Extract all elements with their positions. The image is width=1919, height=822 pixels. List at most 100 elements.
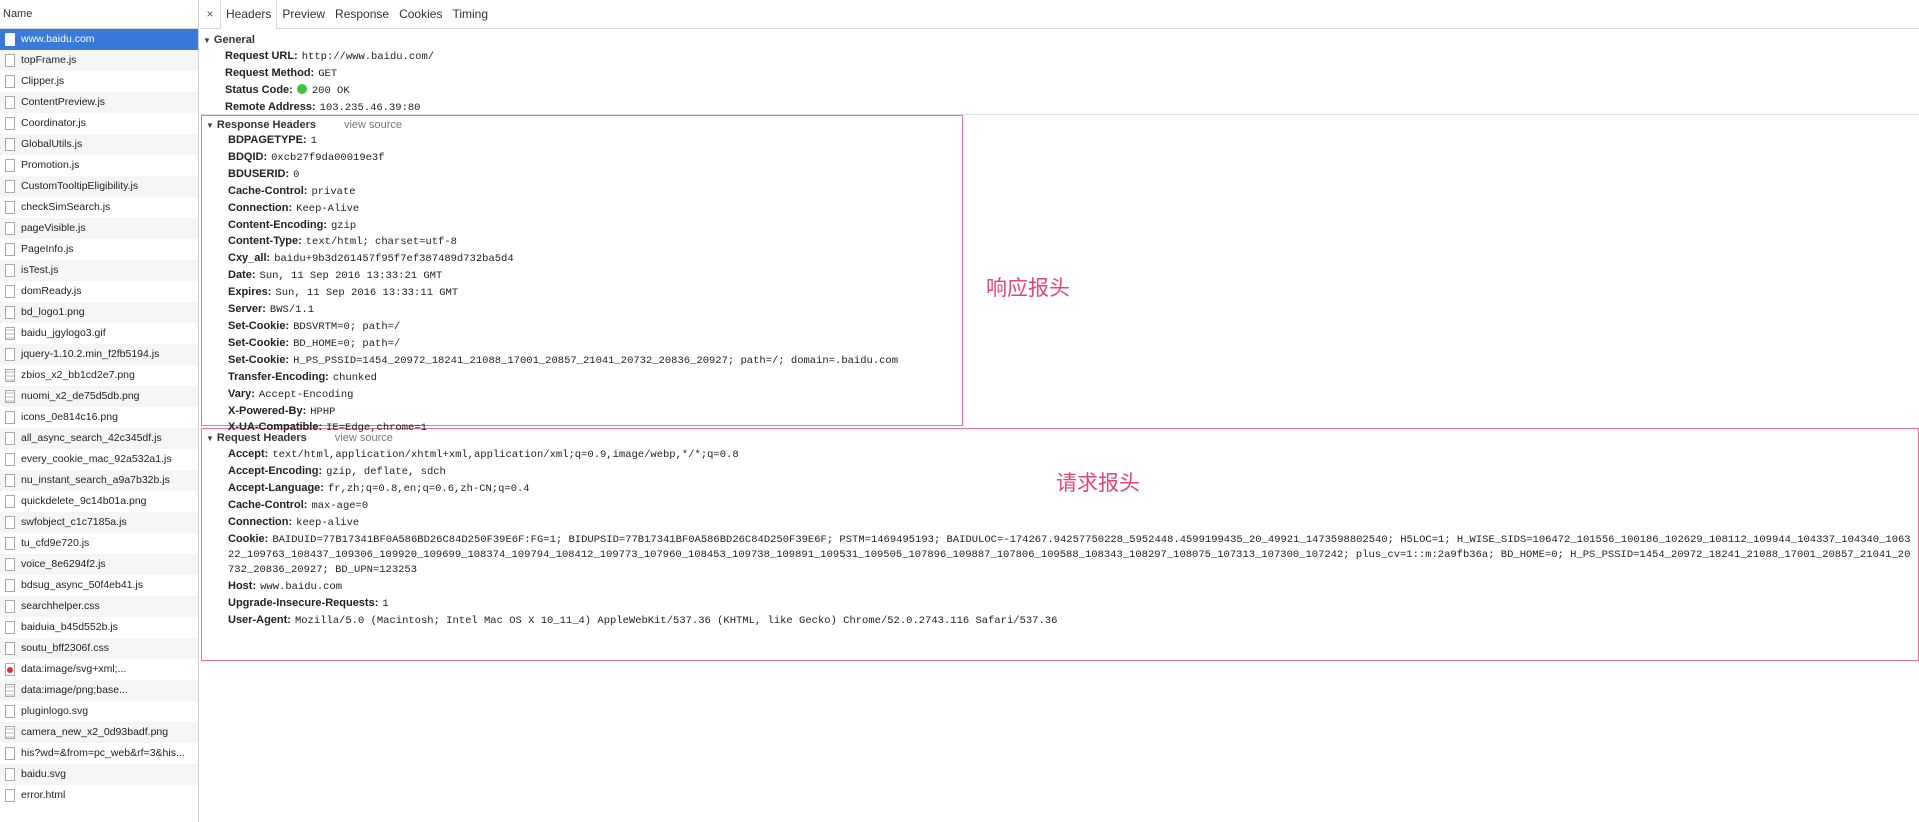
request-list-item[interactable]: camera_new_x2_0d93badf.png <box>0 722 198 743</box>
request-list-item[interactable]: baidu_jgylogo3.gif <box>0 323 198 344</box>
file-icon <box>5 54 15 67</box>
request-view-source-link[interactable]: view source <box>335 431 393 446</box>
request-list-item[interactable]: quickdelete_9c14b01a.png <box>0 491 198 512</box>
response-view-source-link[interactable]: view source <box>344 118 402 133</box>
file-icon <box>5 75 15 88</box>
name-column-header[interactable]: Name <box>0 0 198 29</box>
request-list-item[interactable]: ContentPreview.js <box>0 92 198 113</box>
request-list-item[interactable]: checkSimSearch.js <box>0 197 198 218</box>
request-list-item[interactable]: all_async_search_42c345df.js <box>0 428 198 449</box>
request-list-item[interactable]: topFrame.js <box>0 50 198 71</box>
tab-preview[interactable]: Preview <box>277 0 330 28</box>
header-key: Upgrade-Insecure-Requests: <box>228 597 379 609</box>
request-name: tu_cfd9e720.js <box>21 537 90 549</box>
request-list-item[interactable]: tu_cfd9e720.js <box>0 533 198 554</box>
file-icon <box>5 516 15 529</box>
request-list-item[interactable]: Clipper.js <box>0 71 198 92</box>
file-icon <box>5 264 15 277</box>
request-list-item[interactable]: data:image/svg+xml;... <box>0 659 198 680</box>
request-list-item[interactable]: pluginlogo.svg <box>0 701 198 722</box>
request-list-item[interactable]: every_cookie_mac_92a532a1.js <box>0 449 198 470</box>
request-list-item[interactable]: his?wd=&from=pc_web&rf=3&his... <box>0 743 198 764</box>
header-row: Transfer-Encoding: chunked <box>206 370 963 387</box>
request-headers-title: Request Headers <box>216 432 307 444</box>
header-key: Cache-Control: <box>228 184 308 197</box>
request-name: camera_new_x2_0d93badf.png <box>21 726 169 738</box>
file-icon <box>5 159 15 172</box>
triangle-down-icon: ▼ <box>206 121 214 130</box>
request-list-item[interactable]: PageInfo.js <box>0 239 198 260</box>
request-list-item[interactable]: error.html <box>0 785 198 806</box>
header-row: Request Method: GET <box>203 65 1919 82</box>
tab-headers[interactable]: Headers <box>220 0 278 29</box>
request-list-item[interactable]: www.baidu.com <box>0 29 198 50</box>
close-icon[interactable]: × <box>200 7 220 21</box>
request-name: pluginlogo.svg <box>21 705 89 717</box>
header-key: Cookie: <box>228 533 269 545</box>
header-key: Cache-Control: <box>228 499 308 511</box>
file-icon <box>5 789 15 802</box>
header-value: Sun, 11 Sep 2016 13:33:11 GMT <box>275 287 459 300</box>
request-list-item[interactable]: bd_logo1.png <box>0 302 198 323</box>
request-name: baiduia_b45d552b.js <box>21 621 118 633</box>
response-headers-section-header[interactable]: ▼ Response Headers view source <box>206 118 963 133</box>
file-icon <box>5 705 15 718</box>
header-key: Transfer-Encoding: <box>228 370 329 383</box>
request-headers-section-header[interactable]: ▼ Request Headers view source <box>206 431 1915 446</box>
tab-cookies[interactable]: Cookies <box>394 0 447 28</box>
request-list-item[interactable]: isTest.js <box>0 260 198 281</box>
general-section-header[interactable]: ▼ General <box>203 33 1919 48</box>
request-name: swfobject_c1c7185a.js <box>21 516 127 528</box>
header-row: Connection: keep-alive <box>206 514 1915 531</box>
header-row: Expires: Sun, 11 Sep 2016 13:33:11 GMT <box>206 285 963 302</box>
header-row: Content-Type: text/html; charset=utf-8 <box>206 234 963 251</box>
image-icon <box>5 327 15 340</box>
header-row: Request URL: http://www.baidu.com/ <box>203 48 1919 65</box>
request-list-item[interactable]: baidu.svg <box>0 764 198 785</box>
header-row: Set-Cookie: BD_HOME=0; path=/ <box>206 336 963 353</box>
request-name: icons_0e814c16.png <box>21 411 118 423</box>
request-list-item[interactable]: pageVisible.js <box>0 218 198 239</box>
request-list-item[interactable]: Coordinator.js <box>0 113 198 134</box>
request-list-item[interactable]: Promotion.js <box>0 155 198 176</box>
request-list-item[interactable]: swfobject_c1c7185a.js <box>0 512 198 533</box>
request-list-item[interactable]: voice_8e6294f2.js <box>0 554 198 575</box>
request-name: bdsug_async_50f4eb41.js <box>21 579 144 591</box>
request-list-item[interactable]: bdsug_async_50f4eb41.js <box>0 575 198 596</box>
header-key: Request URL: <box>225 50 298 62</box>
request-list-item[interactable]: nuomi_x2_de75d5db.png <box>0 386 198 407</box>
request-name: ContentPreview.js <box>21 96 106 108</box>
request-name: pageVisible.js <box>21 222 86 234</box>
tab-response[interactable]: Response <box>330 0 394 28</box>
request-list-item[interactable]: soutu_bff2306f.css <box>0 638 198 659</box>
response-headers-title: Response Headers <box>216 119 316 131</box>
request-list-item[interactable]: zbios_x2_bb1cd2e7.png <box>0 365 198 386</box>
header-key: Vary: <box>228 387 255 400</box>
tab-timing[interactable]: Timing <box>447 0 493 28</box>
header-row: BDUSERID: 0 <box>206 167 963 184</box>
header-value: fr,zh;q=0.8,en;q=0.6,zh-CN;q=0.4 <box>327 483 530 495</box>
file-icon <box>5 495 15 508</box>
request-name: CustomTooltipEligibility.js <box>21 180 139 192</box>
request-list-item[interactable]: CustomTooltipEligibility.js <box>0 176 198 197</box>
request-list-item[interactable]: icons_0e814c16.png <box>0 407 198 428</box>
request-name: voice_8e6294f2.js <box>21 558 106 570</box>
request-list-item[interactable]: nu_instant_search_a9a7b32b.js <box>0 470 198 491</box>
header-key: Remote Address: <box>225 101 316 113</box>
header-row: Set-Cookie: BDSVRTM=0; path=/ <box>206 319 963 336</box>
header-value: HPHP <box>310 405 336 418</box>
request-detail-panel: × Headers Preview Response Cookies Timing ▼ … <box>200 0 1919 822</box>
request-name: zbios_x2_bb1cd2e7.png <box>21 369 135 381</box>
request-list-item[interactable]: baiduia_b45d552b.js <box>0 617 198 638</box>
header-key: Set-Cookie: <box>228 336 290 349</box>
request-list-item[interactable]: data:image/png;base... <box>0 680 198 701</box>
header-key: Connection: <box>228 201 293 214</box>
request-list-item[interactable]: domReady.js <box>0 281 198 302</box>
request-name: Coordinator.js <box>21 117 86 129</box>
header-key: User-Agent: <box>228 614 291 626</box>
header-row: Content-Encoding: gzip <box>206 218 963 235</box>
request-list-item[interactable]: GlobalUtils.js <box>0 134 198 155</box>
request-list-item[interactable]: searchhelper.css <box>0 596 198 617</box>
header-value: BAIDUID=77B17341BF0A586BD26C84D250F39E6F… <box>228 534 1911 576</box>
request-list-item[interactable]: jquery-1.10.2.min_f2fb5194.js <box>0 344 198 365</box>
